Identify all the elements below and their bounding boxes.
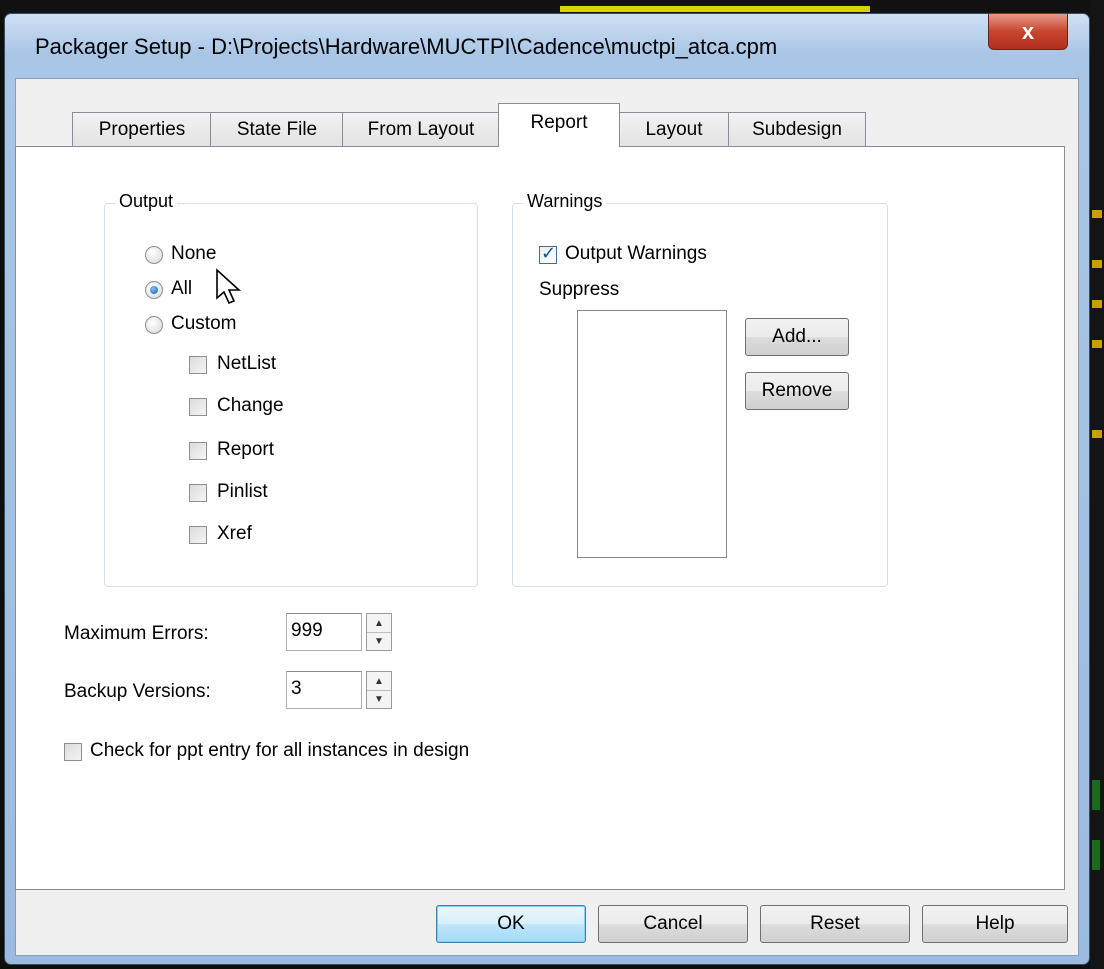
checkbox-output-warnings-label: Output Warnings	[565, 243, 707, 264]
close-icon: x	[1021, 18, 1035, 44]
spin-up-icon[interactable]: ▲	[367, 672, 391, 691]
background-strip	[0, 0, 1104, 14]
backup-versions-label: Backup Versions:	[64, 681, 211, 702]
checkbox-report-label: Report	[217, 439, 275, 460]
background-trace	[560, 6, 870, 12]
window-title: Packager Setup - D:\Projects\Hardware\MU…	[35, 34, 778, 59]
backup-versions-spinner[interactable]: ▲ ▼	[366, 671, 392, 709]
checkbox-output-warnings[interactable]: ✓	[539, 243, 557, 264]
max-errors-input[interactable]: 999	[286, 613, 362, 651]
remove-button[interactable]: Remove	[745, 372, 849, 410]
radio-all[interactable]	[145, 281, 163, 299]
tab-properties[interactable]: Properties	[72, 112, 212, 146]
warnings-group: Warnings ✓ Output Warnings Suppress Add.…	[512, 191, 888, 587]
checkbox-check-ppt-label: Check for ppt entry for all instances in…	[90, 740, 470, 761]
spin-down-icon[interactable]: ▼	[367, 632, 391, 650]
report-tab-panel: Output None All Custom NetList Change Re…	[15, 146, 1065, 890]
radio-custom[interactable]	[145, 316, 163, 334]
checkbox-xref-label: Xref	[217, 523, 252, 544]
dialog-client-area: Properties State File From Layout Report…	[15, 78, 1079, 956]
radio-none[interactable]	[145, 246, 163, 264]
spin-up-icon[interactable]: ▲	[367, 614, 391, 633]
checkbox-netlist[interactable]	[189, 356, 207, 374]
mouse-pointer-icon	[216, 268, 242, 305]
checkbox-check-ppt[interactable]	[64, 743, 82, 761]
add-button[interactable]: Add...	[745, 318, 849, 356]
suppress-label: Suppress	[539, 279, 620, 300]
checkmark-icon: ✓	[541, 243, 557, 263]
checkbox-change[interactable]	[189, 398, 207, 416]
max-errors-label: Maximum Errors:	[64, 623, 209, 644]
output-group: Output None All Custom NetList Change Re…	[104, 191, 478, 587]
close-button[interactable]: x	[988, 14, 1068, 50]
checkbox-xref[interactable]	[189, 526, 207, 544]
help-button[interactable]: Help	[922, 905, 1068, 943]
background-right-edge	[1090, 0, 1104, 969]
tab-report[interactable]: Report	[498, 103, 620, 147]
radio-all-label: All	[171, 278, 193, 299]
output-group-title: Output	[115, 191, 178, 212]
reset-button[interactable]: Reset	[760, 905, 910, 943]
checkbox-report[interactable]	[189, 442, 207, 460]
checkbox-netlist-label: NetList	[217, 353, 277, 374]
radio-custom-label: Custom	[171, 313, 237, 334]
max-errors-spinner[interactable]: ▲ ▼	[366, 613, 392, 651]
tab-state-file[interactable]: State File	[210, 112, 344, 146]
tab-layout[interactable]: Layout	[618, 112, 730, 146]
radio-none-label: None	[171, 243, 217, 264]
spin-down-icon[interactable]: ▼	[367, 690, 391, 708]
suppress-listbox[interactable]	[577, 310, 727, 558]
cancel-button[interactable]: Cancel	[598, 905, 748, 943]
backup-versions-input[interactable]: 3	[286, 671, 362, 709]
checkbox-change-label: Change	[217, 395, 284, 416]
checkbox-pinlist[interactable]	[189, 484, 207, 502]
warnings-group-title: Warnings	[523, 191, 607, 212]
packager-setup-dialog: Packager Setup - D:\Projects\Hardware\MU…	[4, 13, 1090, 965]
checkbox-pinlist-label: Pinlist	[217, 481, 268, 502]
tab-subdesign[interactable]: Subdesign	[728, 112, 866, 146]
ok-button[interactable]: OK	[436, 905, 586, 943]
tab-from-layout[interactable]: From Layout	[342, 112, 500, 146]
